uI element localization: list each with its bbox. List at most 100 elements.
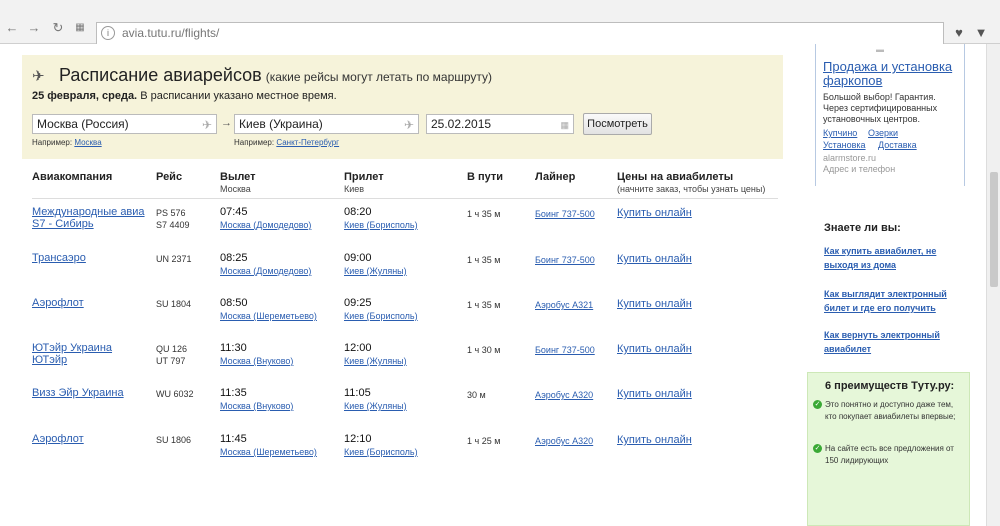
departure-airport-link[interactable]: Москва (Домодедово) [220, 265, 311, 277]
current-date: 25 февраля, среда. [32, 90, 138, 102]
ad-link-ozerki[interactable]: Озерки [868, 128, 898, 138]
flight-cell: SU 1804 [156, 298, 191, 310]
from-city-field[interactable]: Москва (Россия) ✈ [32, 114, 217, 134]
departure-airport-link[interactable]: Москва (Внуково) [220, 400, 293, 412]
check-icon: ✓ [813, 444, 822, 453]
page-subtitle: (какие рейсы могут летать по маршруту) [265, 70, 493, 84]
flight-cell: UN 2371 [156, 253, 192, 265]
plane-link[interactable]: Боинг 737-500 [535, 344, 595, 356]
heart-icon[interactable]: ♥ [950, 24, 968, 42]
reload-icon[interactable]: ↻ [50, 20, 66, 36]
download-icon[interactable]: ▼ [972, 24, 990, 42]
flight-number: UN 2371 [156, 254, 192, 264]
hint-label: Например: [234, 138, 275, 147]
airline-link[interactable]: ЮТэйр Украина [32, 342, 112, 354]
buy-online-link[interactable]: Купить онлайн [617, 388, 692, 400]
arrival-airport-link[interactable]: Киев (Борисполь) [344, 310, 418, 322]
ad-link-kupchino[interactable]: Купчино [823, 128, 857, 138]
departure-cell: 11:30 Москва (Внуково) [220, 342, 293, 367]
ad-link-delivery[interactable]: Доставка [878, 140, 917, 150]
date-line: 25 февраля, среда. В расписании указано … [32, 90, 337, 102]
from-city-value[interactable]: Москва (Россия) [37, 117, 129, 131]
header-departure: Вылет [220, 171, 256, 183]
airline-link[interactable]: Визз Эйр Украина [32, 387, 124, 399]
apps-grid-icon[interactable]: ▦ [72, 20, 88, 36]
flight-number: WU 6032 [156, 389, 194, 399]
flight-number: SU 1804 [156, 299, 192, 309]
buy-online-link[interactable]: Купить онлайн [617, 298, 692, 310]
departure-cell: 11:45 Москва (Шереметьево) [220, 433, 317, 458]
hint-from: Например: Москва [32, 138, 102, 147]
plane-link[interactable]: Аэробус A320 [535, 389, 593, 401]
airline-link[interactable]: ЮТэйр [32, 354, 112, 366]
hint-to-link[interactable]: Санкт-Петербург [276, 138, 339, 147]
departure-time: 07:45 [220, 206, 248, 218]
airline-link[interactable]: S7 - Сибирь [32, 218, 145, 230]
header-price: Цены на авиабилеты [617, 171, 734, 183]
arrival-time: 11:05 [344, 387, 371, 399]
departure-airport-link[interactable]: Москва (Домодедово) [220, 219, 311, 231]
scrollbar-thumb[interactable] [990, 172, 998, 287]
date-value[interactable]: 25.02.2015 [431, 117, 491, 131]
page-title-text: Расписание авиарейсов [59, 65, 262, 85]
flight-number: QU 126 [156, 344, 188, 354]
advantages-box: 6 преимуществ Tуту.ру: ✓ Это понятно и д… [807, 372, 970, 526]
arrival-time: 12:00 [344, 342, 372, 354]
plane-link[interactable]: Боинг 737-500 [535, 254, 595, 266]
airline-link[interactable]: Аэрофлот [32, 433, 84, 445]
hint-from-link[interactable]: Москва [74, 138, 101, 147]
to-city-value[interactable]: Киев (Украина) [239, 117, 323, 131]
buy-online-link[interactable]: Купить онлайн [617, 434, 692, 446]
arrival-airport-link[interactable]: Киев (Борисполь) [344, 446, 418, 458]
ad-link-installation[interactable]: Установка [823, 140, 866, 150]
arrival-time: 09:25 [344, 297, 372, 309]
url-text[interactable]: avia.tutu.ru/flights/ [122, 23, 219, 43]
show-button[interactable]: Посмотреть [583, 113, 652, 135]
duration: 1 ч 35 м [467, 209, 501, 219]
arrival-airport-link[interactable]: Киев (Жуляны) [344, 265, 407, 277]
buy-online-link[interactable]: Купить онлайн [617, 253, 692, 265]
airline-cell: Аэрофлот [32, 433, 84, 445]
arrival-airport-link[interactable]: Киев (Жуляны) [344, 355, 407, 367]
arrival-airport-link[interactable]: Киев (Борисполь) [344, 219, 418, 231]
advantage-text: Это понятно и доступно даже тем, кто пок… [825, 400, 956, 421]
airplane-icon: ✈ [32, 68, 45, 85]
calendar-icon[interactable]: ▦ [560, 116, 569, 134]
date-field[interactable]: 25.02.2015 ▦ [426, 114, 574, 134]
airline-link[interactable]: Аэрофлот [32, 297, 84, 309]
know-link-e-ticket[interactable]: Как выглядит электронный билет и где его… [824, 287, 964, 315]
plane-link[interactable]: Боинг 737-500 [535, 208, 595, 220]
plane-link[interactable]: Аэробус A320 [535, 435, 593, 447]
arrival-cell: 12:00 Киев (Жуляны) [344, 342, 407, 367]
arrival-plane-icon: ✈ [403, 118, 414, 132]
header-duration: В пути [467, 171, 504, 183]
airline-cell: Международные авиа S7 - Сибирь [32, 206, 145, 230]
buy-online-link[interactable]: Купить онлайн [617, 207, 692, 219]
site-info-icon[interactable]: i [101, 26, 115, 40]
arrival-cell: 09:00 Киев (Жуляны) [344, 252, 407, 277]
arrival-airport-link[interactable]: Киев (Жуляны) [344, 400, 407, 412]
know-link-refund[interactable]: Как вернуть электронный авиабилет [824, 328, 964, 356]
departure-airport-link[interactable]: Москва (Шереметьево) [220, 446, 317, 458]
forward-icon[interactable]: → [26, 20, 42, 36]
duration: 30 м [467, 390, 486, 400]
header-arrival: Прилет [344, 171, 384, 183]
departure-airport-link[interactable]: Москва (Шереметьево) [220, 310, 317, 322]
scrollbar[interactable] [986, 44, 1000, 526]
plane-link[interactable]: Аэробус A321 [535, 299, 593, 311]
airline-cell: ЮТэйр Украина ЮТэйр [32, 342, 112, 366]
know-link-buy-ticket[interactable]: Как купить авиабилет, не выходя из дома [824, 244, 964, 272]
header-departure-city: Москва [220, 184, 251, 194]
to-city-field[interactable]: Киев (Украина) ✈ [234, 114, 419, 134]
airline-link[interactable]: Трансаэро [32, 252, 86, 264]
ad-domain: alarmstore.ru [823, 153, 877, 163]
table-row: Визз Эйр Украина WU 6032 11:35 Москва (В… [0, 387, 790, 427]
advantage-text: На сайте есть все предложения от 150 лид… [825, 444, 954, 465]
buy-online-link[interactable]: Купить онлайн [617, 343, 692, 355]
back-icon[interactable]: ← [4, 20, 20, 36]
ad-title-link[interactable]: Продажа и установка фаркопов [823, 60, 963, 88]
did-you-know-title: Знаете ли вы: [824, 222, 901, 234]
airline-link[interactable]: Международные авиа [32, 206, 145, 218]
departure-airport-link[interactable]: Москва (Внуково) [220, 355, 293, 367]
address-bar[interactable]: i avia.tutu.ru/flights/ [96, 22, 944, 44]
